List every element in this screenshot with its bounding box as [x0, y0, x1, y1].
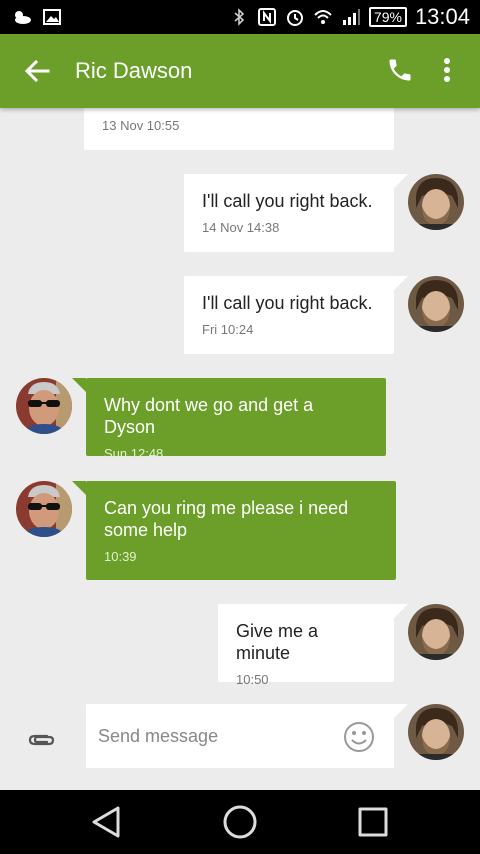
nav-home-button[interactable] [220, 804, 260, 840]
bluetooth-icon [229, 7, 249, 27]
phone-icon [389, 59, 411, 81]
message-input[interactable] [98, 722, 328, 750]
message-text: Why dont we go and get a Dyson [104, 395, 314, 437]
more-vert-icon [444, 58, 450, 82]
paperclip-icon [28, 734, 55, 746]
compose-box [86, 704, 394, 768]
message-timestamp: 10:50 [236, 672, 269, 687]
message-bubble-outgoing[interactable]: I'll call you right back. Fri 10:24 [184, 276, 394, 354]
message-timestamp: 10:39 [104, 549, 137, 564]
circle-home-icon [223, 805, 257, 839]
battery-indicator: 79% [368, 7, 407, 27]
message-timestamp: 13 Nov 10:55 [102, 118, 180, 133]
message-bubble-incoming[interactable]: Can you ring me please i need some help … [86, 481, 396, 580]
alarm-icon [285, 7, 305, 27]
message-timestamp: 14 Nov 14:38 [202, 220, 280, 235]
message-text: I'll call you right back. [202, 191, 373, 211]
avatar-self[interactable] [408, 704, 464, 760]
weather-icon [12, 7, 32, 27]
avatar-self-photo [408, 276, 464, 332]
avatar-contact[interactable] [16, 481, 72, 537]
compose-bar [0, 702, 480, 790]
navigation-bar [0, 790, 480, 854]
emoji-button[interactable] [342, 720, 376, 754]
nav-back-button[interactable] [86, 804, 126, 840]
avatar-self-photo [408, 704, 464, 760]
message-text: Can you ring me please i need some help [104, 498, 349, 540]
message-timestamp: Sun 12:48 [104, 446, 164, 461]
wifi-icon [313, 7, 333, 27]
avatar-self[interactable] [408, 174, 464, 230]
message-text: Give me a minute [236, 621, 319, 663]
back-button[interactable] [20, 54, 54, 88]
message-bubble-outgoing[interactable]: 13 Nov 10:55 [84, 108, 394, 150]
signal-icon [341, 7, 361, 27]
avatar-self-photo [408, 604, 464, 660]
call-button[interactable] [384, 54, 416, 86]
smiley-icon [344, 722, 374, 752]
avatar-self-photo [408, 174, 464, 230]
bubble-tail [72, 378, 86, 392]
avatar-contact-photo [16, 481, 72, 537]
message-list[interactable]: 13 Nov 10:55 I'll call you right back. 1… [0, 108, 480, 702]
avatar-self[interactable] [408, 276, 464, 332]
nfc-icon [257, 7, 277, 27]
nav-recents-button[interactable] [353, 804, 393, 840]
message-text: I'll call you right back. [202, 293, 373, 313]
image-icon [42, 7, 62, 27]
arrow-back-icon [24, 59, 50, 83]
square-recents-icon [358, 807, 388, 837]
message-bubble-outgoing[interactable]: I'll call you right back. 14 Nov 14:38 [184, 174, 394, 252]
avatar-self[interactable] [408, 604, 464, 660]
message-bubble-outgoing[interactable]: Give me a minute 10:50 [218, 604, 394, 687]
bubble-tail [394, 276, 408, 290]
status-bar: 79% 13:04 [0, 0, 480, 34]
clock: 13:04 [414, 4, 470, 29]
bubble-tail [394, 604, 408, 618]
avatar-contact[interactable] [16, 378, 72, 434]
app-bar: Ric Dawson [0, 34, 480, 108]
bubble-tail [72, 481, 86, 495]
contact-name: Ric Dawson [75, 58, 193, 83]
bubble-tail [394, 174, 408, 188]
triangle-back-icon [92, 806, 120, 838]
attach-button[interactable] [24, 722, 60, 758]
more-options-button[interactable] [434, 54, 460, 86]
message-timestamp: Fri 10:24 [202, 322, 254, 337]
avatar-contact-photo [16, 378, 72, 434]
compose-tail [394, 704, 408, 718]
message-bubble-incoming[interactable]: Why dont we go and get a Dyson Sun 12:48 [86, 378, 386, 461]
